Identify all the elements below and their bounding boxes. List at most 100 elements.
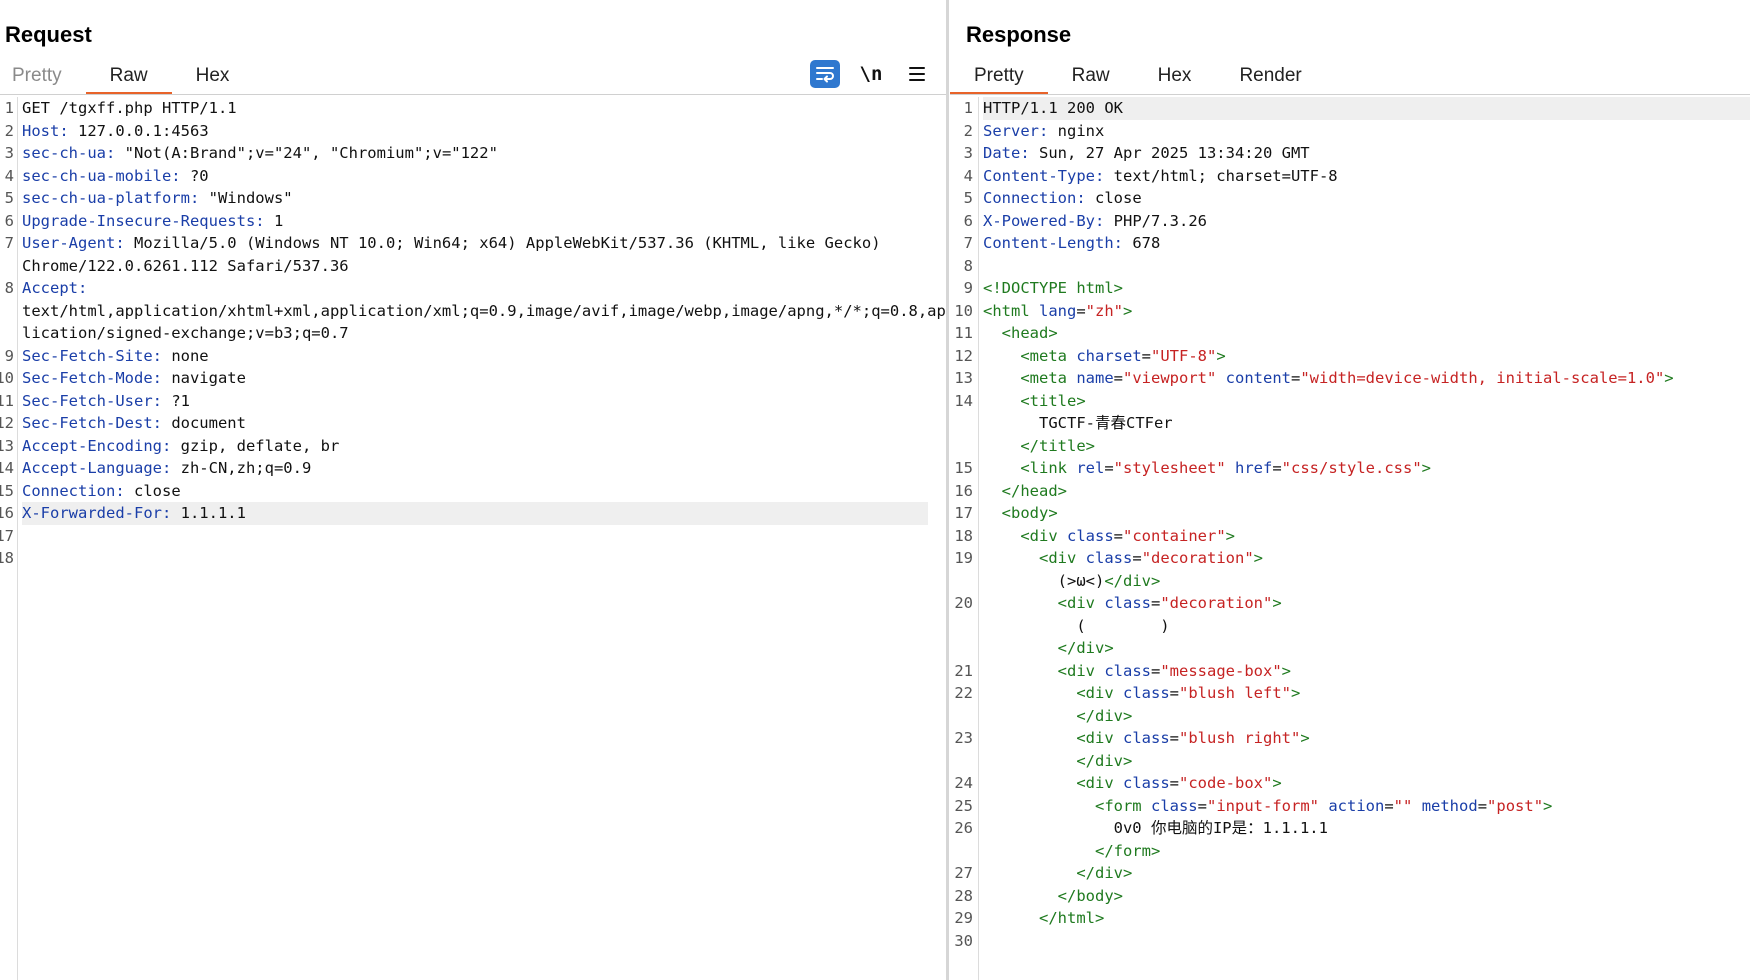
code-token: <div	[1057, 661, 1105, 680]
code-token: "zh"	[1085, 301, 1123, 320]
request-tab-pretty[interactable]: Pretty	[0, 58, 86, 94]
pane-splitter[interactable]	[946, 0, 949, 980]
line-number: 15	[0, 481, 14, 500]
wrap-lines-icon[interactable]	[810, 60, 840, 88]
request-code-line: 18	[0, 547, 946, 570]
line-number: 12	[0, 414, 14, 432]
line-number: 4	[4, 166, 14, 185]
line-content: <div class="decoration">	[983, 592, 1750, 615]
line-content: </body>	[983, 885, 1750, 908]
line-content: <div class="message-box">	[983, 660, 1750, 683]
response-tab-hex[interactable]: Hex	[1134, 58, 1216, 94]
line-number: 3	[4, 144, 14, 162]
code-token: "Not(A:Brand";v="24", "Chromium";v="122"	[115, 144, 498, 162]
code-token: 127.0.0.1:4563	[68, 121, 209, 140]
request-code-line: 9 Sec-Fetch-Site: none	[0, 345, 946, 368]
response-code-line: 30	[950, 930, 1750, 953]
code-token: Accept-Language:	[22, 459, 172, 477]
code-token: PHP/7.3.26	[1104, 211, 1207, 230]
hamburger-menu-icon[interactable]	[902, 59, 932, 89]
request-code-line: 13 Accept-Encoding: gzip, deflate, br	[0, 435, 946, 458]
show-newlines-button[interactable]: \n	[856, 59, 886, 89]
line-content: </div>	[983, 750, 1750, 773]
code-token: </title>	[1020, 436, 1095, 455]
code-token: <div	[1057, 594, 1105, 612]
response-tabs: Pretty Raw Hex Render	[950, 58, 1326, 95]
line-number: 11	[0, 391, 14, 410]
line-content: Content-Type: text/html; charset=UTF-8	[983, 165, 1750, 188]
line-content: Sec-Fetch-Site: none	[22, 345, 928, 368]
request-code-line: 4 sec-ch-ua-mobile: ?0	[0, 165, 946, 188]
line-content: <div class="decoration">	[983, 547, 1750, 570]
request-code-line: 15 Connection: close	[0, 480, 946, 503]
request-code-line: 3 sec-ch-ua: "Not(A:Brand";v="24", "Chrom…	[0, 142, 946, 165]
line-content: sec-ch-ua-platform: "Windows"	[22, 187, 928, 210]
code-token: "blush left"	[1179, 684, 1291, 702]
code-token: <div	[1076, 729, 1123, 747]
code-token: >	[1281, 661, 1292, 680]
line-number: 6	[963, 211, 973, 230]
code-token: navigate	[161, 369, 246, 387]
response-code-line: 22 <div class="blush left">	[950, 682, 1750, 705]
response-code-line: 18 <div class="container">	[950, 525, 1750, 548]
line-content: </div>	[983, 862, 1750, 885]
code-token: >	[1253, 549, 1264, 567]
response-code-line: 12 <meta charset="UTF-8">	[950, 345, 1750, 368]
code-token: (>ω<)	[983, 571, 1105, 590]
code-token: =	[1169, 729, 1180, 747]
line-number: 24	[954, 774, 973, 792]
request-title: Request	[5, 22, 92, 47]
code-token: charset	[1076, 346, 1142, 365]
line-number: 1	[4, 99, 14, 117]
request-code-line: text/html,application/xhtml+xml,applicat…	[0, 300, 946, 323]
code-token: "decoration"	[1141, 549, 1254, 567]
line-content: TGCTF-青春CTFer	[983, 412, 1750, 435]
line-number: 28	[954, 886, 973, 905]
line-content: </div>	[983, 637, 1750, 660]
code-token: ?0	[180, 166, 209, 185]
response-code-line: 29 </html>	[950, 907, 1750, 930]
code-token: =	[1113, 369, 1123, 387]
line-number: 11	[954, 324, 973, 342]
response-editor[interactable]: 1 HTTP/1.1 200 OK 2 Server: nginx 3 Date: Sun…	[950, 97, 1750, 980]
code-token: =	[1169, 684, 1180, 702]
line-number: 5	[4, 189, 14, 207]
line-number: 25	[954, 796, 973, 815]
line-number: 27	[954, 864, 973, 882]
line-number: 18	[954, 526, 973, 545]
code-token: nginx	[1048, 121, 1105, 140]
code-token: </html>	[1039, 909, 1105, 927]
code-token: Content-Type:	[983, 166, 1105, 185]
line-content: Content-Length: 678	[983, 232, 1750, 255]
line-number: 10	[0, 369, 14, 387]
code-token: >	[1421, 459, 1431, 477]
line-content: 0v0 你电脑的IP是：1.1.1.1	[983, 817, 1750, 840]
response-tab-pretty[interactable]: Pretty	[950, 58, 1048, 95]
response-code-line: 24 <div class="code-box">	[950, 772, 1750, 795]
response-tab-render[interactable]: Render	[1215, 58, 1325, 94]
code-token: "container"	[1123, 526, 1226, 545]
request-code-line: 10 Sec-Fetch-Mode: navigate	[0, 367, 946, 390]
code-token: class	[1067, 526, 1114, 545]
code-token: 678	[1122, 234, 1161, 252]
request-tab-raw[interactable]: Raw	[85, 58, 172, 95]
response-code-line: 27 </div>	[950, 862, 1750, 885]
line-content: <form class="input-form" action="" metho…	[983, 795, 1750, 818]
line-content: <!DOCTYPE html>	[983, 277, 1750, 300]
line-content: </head>	[983, 480, 1750, 503]
response-code-line: 11 <head>	[950, 322, 1750, 345]
code-token: Accept-Encoding:	[22, 436, 172, 455]
request-tab-hex[interactable]: Hex	[172, 58, 254, 94]
response-tab-raw[interactable]: Raw	[1048, 58, 1134, 94]
request-code-line: Chrome/122.0.6261.112 Safari/537.36	[0, 255, 946, 278]
request-editor[interactable]: 1 GET /tgxff.php HTTP/1.1 2 Host: 127.0.0.1…	[0, 97, 946, 980]
code-token: <meta	[1020, 346, 1077, 365]
line-number: 19	[954, 549, 973, 567]
response-code-line: </div>	[950, 750, 1750, 773]
code-token: Sun, 27 Apr 2025 13:34:20 GMT	[1029, 144, 1310, 162]
request-toolbar: \n	[810, 58, 932, 90]
